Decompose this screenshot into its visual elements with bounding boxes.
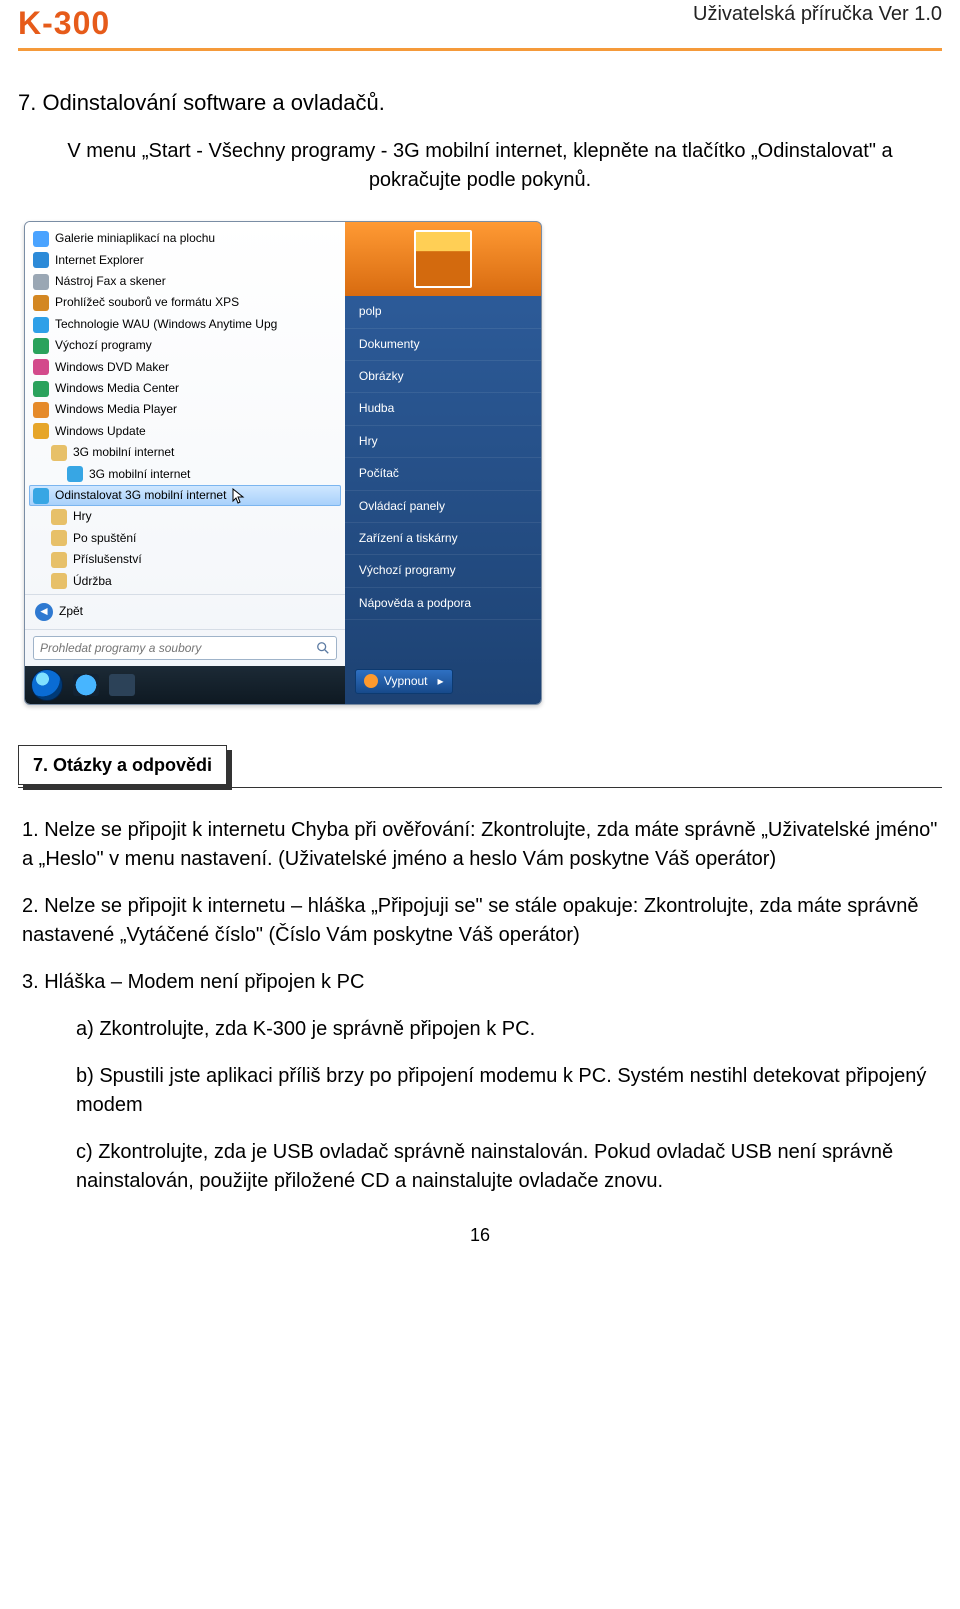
section-title-uninstall: 7. Odinstalování software a ovladačů. [18,87,942,119]
startmenu-item-label: Galerie miniaplikací na plochu [55,230,215,247]
section-rule [18,787,942,788]
startmenu-right-item[interactable]: Ovládací panely [345,491,541,523]
startmenu-item[interactable]: Technologie WAU (Windows Anytime Upg [29,314,341,335]
shutdown-button[interactable]: Vypnout ▸ [355,669,453,694]
startmenu-right-item[interactable]: Obrázky [345,361,541,393]
app-icon [33,359,49,375]
power-icon [364,674,378,688]
app-icon [33,317,49,333]
startmenu-item-label: Windows Update [55,423,146,440]
startmenu-item-label: Příslušenství [73,551,142,568]
startmenu-item-label: Hry [73,508,92,525]
startmenu-item-label: 3G mobilní internet [73,444,174,461]
taskbar [25,666,345,704]
startmenu-item[interactable]: Windows Media Center [29,378,341,399]
taskbar-explorer-icon[interactable] [109,674,135,696]
startmenu-item-label: 3G mobilní internet [89,466,190,483]
user-avatar [345,222,541,296]
app-icon [51,573,67,589]
app-icon [67,466,83,482]
taskbar-ie-icon[interactable] [73,674,99,696]
startmenu-item-label: Technologie WAU (Windows Anytime Upg [55,316,277,333]
startmenu-item[interactable]: Příslušenství [29,549,341,570]
startmenu-item-label: Po spuštění [73,530,136,547]
startmenu-item-label: Windows Media Player [55,401,177,418]
startmenu-item-label: Údržba [73,573,112,590]
startmenu-item[interactable]: 3G mobilní internet [29,464,341,485]
search-input[interactable] [33,636,337,660]
app-icon [51,530,67,546]
startmenu-item[interactable]: Galerie miniaplikací na plochu [29,228,341,249]
app-icon [33,402,49,418]
startmenu-item-label: Výchozí programy [55,337,152,354]
startmenu-item[interactable]: Prohlížeč souborů ve formátu XPS [29,292,341,313]
chevron-right-icon: ▸ [438,673,444,690]
startmenu-item[interactable]: Nástroj Fax a skener [29,271,341,292]
startmenu-screenshot: Galerie miniaplikací na plochu Internet E… [24,221,542,705]
startmenu-item[interactable]: Výchozí programy [29,335,341,356]
startmenu-right-item[interactable]: Výchozí programy [345,555,541,587]
search-field[interactable] [34,637,316,659]
avatar-picture-icon [414,230,472,288]
qa-item-3c: c) Zkontrolujte, zda je USB ovladač sprá… [76,1138,938,1196]
app-icon [33,295,49,311]
startmenu-item[interactable]: Odinstalovat 3G mobilní internet [29,485,341,506]
cursor-icon [232,488,246,504]
startmenu-right-item[interactable]: Nápověda a podpora [345,588,541,620]
startmenu-item-label: Odinstalovat 3G mobilní internet [55,487,226,504]
app-icon [33,252,49,268]
qa-item-3b: b) Spustili jste aplikaci příliš brzy po… [76,1062,938,1120]
startmenu-item[interactable]: Windows Media Player [29,399,341,420]
startmenu-right-item[interactable]: Dokumenty [345,329,541,361]
section-intro: V menu „Start - Všechny programy - 3G mo… [22,137,938,195]
page-brand: K-300 [18,0,110,46]
app-icon [51,509,67,525]
user-name[interactable]: polp [345,296,541,328]
app-icon [51,552,67,568]
startmenu-right-item[interactable]: Hudba [345,393,541,425]
startmenu-right-item[interactable]: Hry [345,426,541,458]
app-icon [33,381,49,397]
back-label: Zpět [59,603,83,620]
startmenu-right-item[interactable]: Zařízení a tiskárny [345,523,541,555]
search-icon [316,641,330,655]
back-arrow-icon: ◄ [35,603,53,621]
page-number: 16 [18,1222,942,1248]
qa-item-1: 1. Nelze se připojit k internetu Chyba p… [22,816,938,874]
startmenu-item[interactable]: Po spuštění [29,528,341,549]
startmenu-item[interactable]: Internet Explorer [29,250,341,271]
app-icon [33,423,49,439]
startmenu-item[interactable]: Windows Update [29,421,341,442]
qa-item-3: 3. Hláška – Modem není připojen k PC [22,968,938,997]
qa-item-3a: a) Zkontrolujte, zda K-300 je správně př… [76,1015,938,1044]
startmenu-item[interactable]: 3G mobilní internet [29,442,341,463]
app-icon [33,231,49,247]
startmenu-item[interactable]: Hry [29,506,341,527]
back-row[interactable]: ◄ Zpět [25,594,345,629]
app-icon [51,445,67,461]
page-version: Uživatelská příručka Ver 1.0 [693,0,942,29]
app-icon [33,488,49,504]
qa-item-2: 2. Nelze se připojit k internetu – hlášk… [22,892,938,950]
startmenu-right-item[interactable]: Počítač [345,458,541,490]
startmenu-item-label: Windows DVD Maker [55,359,169,376]
startmenu-item-label: Prohlížeč souborů ve formátu XPS [55,294,239,311]
shutdown-label: Vypnout [384,673,428,690]
startmenu-item-label: Nástroj Fax a skener [55,273,166,290]
app-icon [33,274,49,290]
startmenu-item-label: Internet Explorer [55,252,144,269]
startmenu-item[interactable]: Údržba [29,571,341,592]
app-icon [33,338,49,354]
startmenu-item-label: Windows Media Center [55,380,179,397]
section-title-qa: 7. Otázky a odpovědi [18,745,227,785]
startmenu-item[interactable]: Windows DVD Maker [29,357,341,378]
start-orb-icon[interactable] [31,669,63,701]
